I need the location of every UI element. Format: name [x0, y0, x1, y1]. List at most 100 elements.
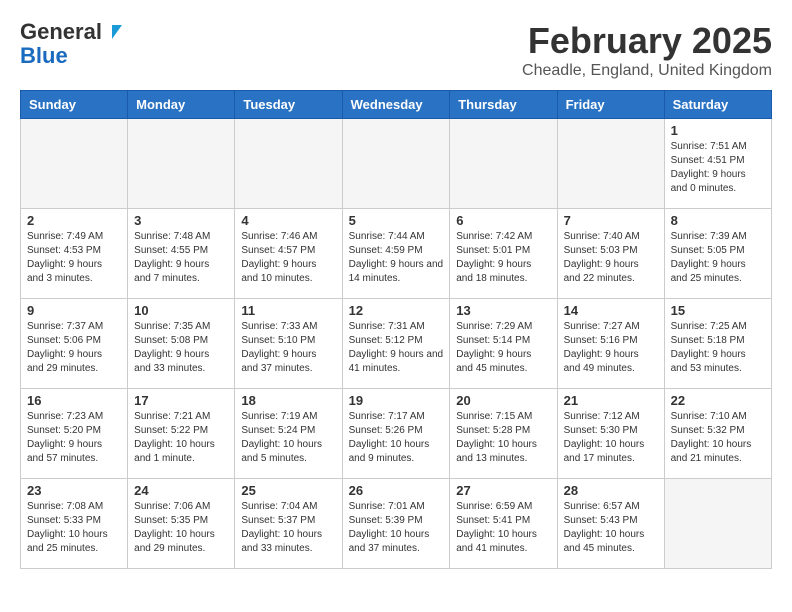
week-row: 23 Sunrise: 7:08 AM Sunset: 5:33 PM Dayli… [21, 479, 772, 569]
day-info: Sunrise: 7:42 AM Sunset: 5:01 PM Dayligh… [456, 230, 550, 286]
day-info: Sunrise: 7:35 AM Sunset: 5:08 PM Dayligh… [134, 320, 228, 376]
weekday-header: Monday [128, 91, 235, 119]
day-number: 14 [564, 303, 658, 318]
day-info: Sunrise: 7:39 AM Sunset: 5:05 PM Dayligh… [671, 230, 765, 286]
day-info: Sunrise: 7:29 AM Sunset: 5:14 PM Dayligh… [456, 320, 550, 376]
day-info: Sunrise: 6:57 AM Sunset: 5:43 PM Dayligh… [564, 500, 658, 556]
day-info: Sunrise: 7:15 AM Sunset: 5:28 PM Dayligh… [456, 410, 550, 466]
day-number: 4 [241, 213, 335, 228]
calendar-cell: 5 Sunrise: 7:44 AM Sunset: 4:59 PM Daylig… [342, 209, 450, 299]
calendar-cell: 20 Sunrise: 7:15 AM Sunset: 5:28 PM Dayli… [450, 389, 557, 479]
calendar-cell: 22Sunrise: 7:10 AM Sunset: 5:32 PM Dayli… [664, 389, 771, 479]
day-info: Sunrise: 7:01 AM Sunset: 5:39 PM Dayligh… [349, 500, 444, 556]
calendar-cell: 3Sunrise: 7:48 AM Sunset: 4:55 PM Daylig… [128, 209, 235, 299]
day-number: 13 [456, 303, 550, 318]
day-info: Sunrise: 7:46 AM Sunset: 4:57 PM Dayligh… [241, 230, 335, 286]
title-area: February 2025 Cheadle, England, United K… [522, 20, 772, 80]
day-number: 9 [27, 303, 121, 318]
weekday-header: Friday [557, 91, 664, 119]
day-number: 1 [671, 123, 765, 138]
calendar-table: SundayMondayTuesdayWednesdayThursdayFrid… [20, 90, 772, 569]
calendar-cell: 14Sunrise: 7:27 AM Sunset: 5:16 PM Dayli… [557, 299, 664, 389]
calendar-cell [342, 119, 450, 209]
calendar-cell: 12Sunrise: 7:31 AM Sunset: 5:12 PM Dayli… [342, 299, 450, 389]
calendar-cell: 8 Sunrise: 7:39 AM Sunset: 5:05 PM Daylig… [664, 209, 771, 299]
day-number: 2 [27, 213, 121, 228]
weekday-header: Tuesday [235, 91, 342, 119]
day-number: 8 [671, 213, 765, 228]
calendar-cell: 18 Sunrise: 7:19 AM Sunset: 5:24 PM Dayli… [235, 389, 342, 479]
day-info: Sunrise: 7:19 AM Sunset: 5:24 PM Dayligh… [241, 410, 335, 466]
calendar-cell: 4 Sunrise: 7:46 AM Sunset: 4:57 PM Daylig… [235, 209, 342, 299]
day-info: Sunrise: 7:23 AM Sunset: 5:20 PM Dayligh… [27, 410, 121, 466]
day-number: 17 [134, 393, 228, 408]
day-number: 26 [349, 483, 444, 498]
weekday-header: Wednesday [342, 91, 450, 119]
calendar-cell: 15 Sunrise: 7:25 AM Sunset: 5:18 PM Dayli… [664, 299, 771, 389]
weekday-header: Sunday [21, 91, 128, 119]
day-info: Sunrise: 7:06 AM Sunset: 5:35 PM Dayligh… [134, 500, 228, 556]
calendar-cell: 13 Sunrise: 7:29 AM Sunset: 5:14 PM Dayli… [450, 299, 557, 389]
day-info: Sunrise: 7:44 AM Sunset: 4:59 PM Dayligh… [349, 230, 444, 286]
week-row: 16Sunrise: 7:23 AM Sunset: 5:20 PM Dayli… [21, 389, 772, 479]
day-info: Sunrise: 7:49 AM Sunset: 4:53 PM Dayligh… [27, 230, 121, 286]
calendar-cell: 17 Sunrise: 7:21 AM Sunset: 5:22 PM Dayli… [128, 389, 235, 479]
weekday-header-row: SundayMondayTuesdayWednesdayThursdayFrid… [21, 91, 772, 119]
day-number: 15 [671, 303, 765, 318]
day-info: Sunrise: 7:10 AM Sunset: 5:32 PM Dayligh… [671, 410, 765, 466]
week-row: 9 Sunrise: 7:37 AM Sunset: 5:06 PM Daylig… [21, 299, 772, 389]
day-info: Sunrise: 7:37 AM Sunset: 5:06 PM Dayligh… [27, 320, 121, 376]
calendar-cell: 7Sunrise: 7:40 AM Sunset: 5:03 PM Daylig… [557, 209, 664, 299]
day-number: 18 [241, 393, 335, 408]
day-info: Sunrise: 7:21 AM Sunset: 5:22 PM Dayligh… [134, 410, 228, 466]
day-number: 20 [456, 393, 550, 408]
calendar-subtitle: Cheadle, England, United Kingdom [522, 62, 772, 80]
day-number: 11 [241, 303, 335, 318]
calendar-cell: 27 Sunrise: 6:59 AM Sunset: 5:41 PM Dayli… [450, 479, 557, 569]
calendar-cell: 16Sunrise: 7:23 AM Sunset: 5:20 PM Dayli… [21, 389, 128, 479]
day-info: Sunrise: 7:04 AM Sunset: 5:37 PM Dayligh… [241, 500, 335, 556]
day-info: Sunrise: 7:25 AM Sunset: 5:18 PM Dayligh… [671, 320, 765, 376]
calendar-cell [664, 479, 771, 569]
calendar-cell: 24 Sunrise: 7:06 AM Sunset: 5:35 PM Dayli… [128, 479, 235, 569]
day-info: Sunrise: 6:59 AM Sunset: 5:41 PM Dayligh… [456, 500, 550, 556]
day-number: 28 [564, 483, 658, 498]
calendar-cell [21, 119, 128, 209]
logo-general-text: General [20, 20, 102, 44]
day-info: Sunrise: 7:08 AM Sunset: 5:33 PM Dayligh… [27, 500, 121, 556]
weekday-header: Saturday [664, 91, 771, 119]
calendar-cell: 1Sunrise: 7:51 AM Sunset: 4:51 PM Daylig… [664, 119, 771, 209]
calendar-cell: 23 Sunrise: 7:08 AM Sunset: 5:33 PM Dayli… [21, 479, 128, 569]
calendar-cell: 25Sunrise: 7:04 AM Sunset: 5:37 PM Dayli… [235, 479, 342, 569]
calendar-cell: 11Sunrise: 7:33 AM Sunset: 5:10 PM Dayli… [235, 299, 342, 389]
weekday-header: Thursday [450, 91, 557, 119]
logo-icon [104, 23, 122, 41]
calendar-cell: 28 Sunrise: 6:57 AM Sunset: 5:43 PM Dayli… [557, 479, 664, 569]
logo: General Blue [20, 20, 122, 68]
calendar-cell: 26 Sunrise: 7:01 AM Sunset: 5:39 PM Dayli… [342, 479, 450, 569]
day-info: Sunrise: 7:17 AM Sunset: 5:26 PM Dayligh… [349, 410, 444, 466]
logo-blue-text: Blue [20, 44, 68, 68]
day-number: 5 [349, 213, 444, 228]
day-number: 24 [134, 483, 228, 498]
day-number: 19 [349, 393, 444, 408]
week-row: 1Sunrise: 7:51 AM Sunset: 4:51 PM Daylig… [21, 119, 772, 209]
calendar-cell: 9 Sunrise: 7:37 AM Sunset: 5:06 PM Daylig… [21, 299, 128, 389]
day-number: 23 [27, 483, 121, 498]
calendar-cell [235, 119, 342, 209]
day-info: Sunrise: 7:48 AM Sunset: 4:55 PM Dayligh… [134, 230, 228, 286]
calendar-cell: 10 Sunrise: 7:35 AM Sunset: 5:08 PM Dayli… [128, 299, 235, 389]
calendar-cell: 6Sunrise: 7:42 AM Sunset: 5:01 PM Daylig… [450, 209, 557, 299]
calendar-cell [557, 119, 664, 209]
calendar-title: February 2025 [522, 20, 772, 62]
calendar-cell: 21Sunrise: 7:12 AM Sunset: 5:30 PM Dayli… [557, 389, 664, 479]
day-number: 27 [456, 483, 550, 498]
day-number: 7 [564, 213, 658, 228]
day-info: Sunrise: 7:31 AM Sunset: 5:12 PM Dayligh… [349, 320, 444, 376]
calendar-cell: 2 Sunrise: 7:49 AM Sunset: 4:53 PM Daylig… [21, 209, 128, 299]
calendar-cell [450, 119, 557, 209]
day-number: 10 [134, 303, 228, 318]
day-info: Sunrise: 7:12 AM Sunset: 5:30 PM Dayligh… [564, 410, 658, 466]
header: General Blue February 2025 Cheadle, Engl… [20, 20, 772, 80]
calendar-cell [128, 119, 235, 209]
